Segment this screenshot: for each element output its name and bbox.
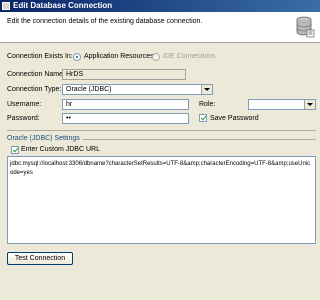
application-resources-label[interactable]: Application Resources xyxy=(84,52,154,62)
header-description: Edit the connection details of the exist… xyxy=(7,18,203,25)
save-password-checkbox[interactable] xyxy=(199,114,207,122)
window-icon xyxy=(2,2,10,10)
section-title: Oracle (JDBC) Settings xyxy=(7,135,80,142)
custom-url-label[interactable]: Enter Custom JDBC URL xyxy=(21,145,100,155)
role-select[interactable] xyxy=(248,99,316,110)
save-password-label[interactable]: Save Password xyxy=(210,114,259,124)
custom-url-checkbox[interactable] xyxy=(11,146,19,154)
title-bar: Edit Database Connection xyxy=(0,0,320,12)
username-label: Username: xyxy=(7,101,42,108)
password-field[interactable]: •• xyxy=(62,113,189,124)
connection-exists-in-label: Connection Exists In: xyxy=(7,53,73,60)
section-separator xyxy=(7,130,316,131)
role-label: Role: xyxy=(199,101,216,108)
section-title-rule xyxy=(83,139,316,140)
chevron-down-icon[interactable] xyxy=(201,85,212,94)
ide-connections-radio xyxy=(152,53,160,61)
application-resources-radio[interactable] xyxy=(73,53,81,61)
jdbc-url-textarea[interactable]: jdbc:mysql://localhost:3306/dbname?chara… xyxy=(7,156,316,244)
ide-connections-label: IDE Connections xyxy=(163,53,216,60)
connection-type-label: Connection Type: xyxy=(7,86,62,93)
username-field[interactable]: hr xyxy=(62,99,189,110)
connection-type-select[interactable]: Oracle (JDBC) xyxy=(62,84,213,95)
password-label: Password: xyxy=(7,115,40,122)
connection-name-label: Connection Name: xyxy=(7,71,65,78)
dialog-header: Edit the connection details of the exist… xyxy=(0,12,320,43)
connection-name-field: HrDS xyxy=(62,69,186,80)
chevron-down-icon[interactable] xyxy=(304,100,315,109)
connection-type-value: Oracle (JDBC) xyxy=(66,86,112,93)
window-title: Edit Database Connection xyxy=(13,1,113,10)
database-icon xyxy=(296,16,315,38)
test-connection-button[interactable]: Test Connection xyxy=(7,252,73,265)
